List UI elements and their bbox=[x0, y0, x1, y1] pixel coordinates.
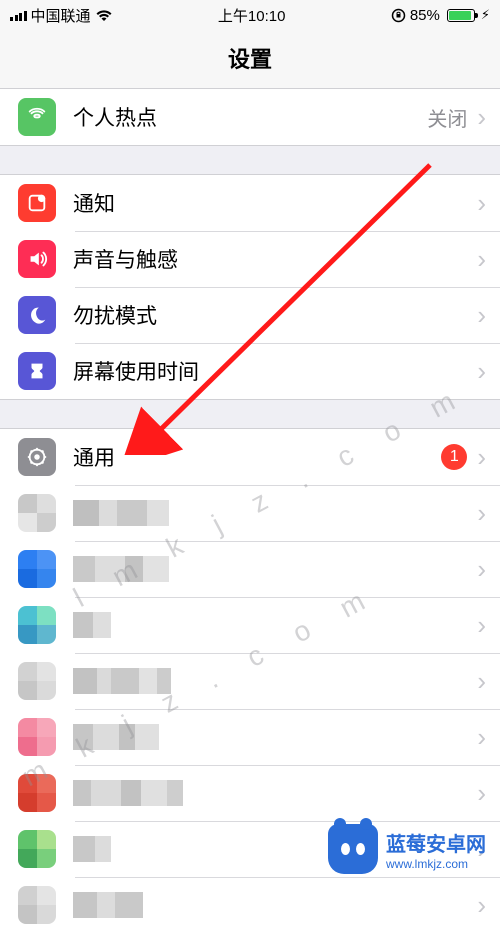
redacted-label bbox=[73, 836, 111, 862]
status-time: 上午10:10 bbox=[218, 5, 286, 26]
row-dnd[interactable]: 勿扰模式 › bbox=[0, 287, 500, 343]
chevron-right-icon: › bbox=[477, 554, 486, 585]
battery-percent: 85% bbox=[410, 7, 440, 24]
row-screentime[interactable]: 屏幕使用时间 › bbox=[0, 343, 500, 399]
general-badge: 1 bbox=[441, 444, 467, 470]
redacted-icon bbox=[18, 886, 56, 924]
brand-logo: 蓝莓安卓网 www.lmkjz.com bbox=[328, 824, 486, 874]
dnd-icon bbox=[18, 296, 56, 334]
redacted-label bbox=[73, 500, 169, 526]
hotspot-icon bbox=[18, 98, 56, 136]
wifi-icon bbox=[95, 9, 113, 22]
chevron-right-icon: › bbox=[477, 498, 486, 529]
battery-icon bbox=[447, 9, 475, 22]
brand-name: 蓝莓安卓网 bbox=[386, 828, 486, 857]
redacted-icon bbox=[18, 662, 56, 700]
redacted-icon bbox=[18, 830, 56, 868]
notifications-icon bbox=[18, 184, 56, 222]
chevron-right-icon: › bbox=[477, 356, 486, 387]
charging-icon: ⚡︎ bbox=[481, 7, 490, 23]
chevron-right-icon: › bbox=[477, 666, 486, 697]
settings-group-hotspot: 个人热点 关闭 › bbox=[0, 89, 500, 146]
chevron-right-icon: › bbox=[477, 300, 486, 331]
chevron-right-icon: › bbox=[477, 188, 486, 219]
chevron-right-icon: › bbox=[477, 442, 486, 473]
chevron-right-icon: › bbox=[477, 778, 486, 809]
row-sounds[interactable]: 声音与触感 › bbox=[0, 231, 500, 287]
row-redacted[interactable]: › bbox=[0, 877, 500, 933]
row-redacted[interactable]: › bbox=[0, 765, 500, 821]
chevron-right-icon: › bbox=[477, 102, 486, 133]
carrier-label: 中国联通 bbox=[31, 5, 91, 26]
brand-url: www.lmkjz.com bbox=[386, 857, 468, 871]
orientation-lock-icon bbox=[391, 8, 406, 23]
chevron-right-icon: › bbox=[477, 244, 486, 275]
general-icon bbox=[18, 438, 56, 476]
chevron-right-icon: › bbox=[477, 722, 486, 753]
page-title: 设置 bbox=[0, 30, 500, 89]
hotspot-value: 关闭 bbox=[427, 103, 467, 132]
status-bar: 中国联通 上午10:10 85% ⚡︎ bbox=[0, 0, 500, 30]
dnd-label: 勿扰模式 bbox=[73, 300, 467, 330]
row-general[interactable]: 通用 1 › bbox=[0, 429, 500, 485]
row-personal-hotspot[interactable]: 个人热点 关闭 › bbox=[0, 89, 500, 145]
screentime-label: 屏幕使用时间 bbox=[73, 356, 467, 386]
sounds-label: 声音与触感 bbox=[73, 244, 467, 274]
notifications-label: 通知 bbox=[73, 188, 467, 218]
screentime-icon bbox=[18, 352, 56, 390]
redacted-icon bbox=[18, 550, 56, 588]
signal-icon bbox=[10, 9, 27, 21]
status-right: 85% ⚡︎ bbox=[391, 7, 490, 24]
redacted-label bbox=[73, 892, 143, 918]
redacted-icon bbox=[18, 494, 56, 532]
status-left: 中国联通 bbox=[10, 5, 113, 26]
redacted-icon bbox=[18, 606, 56, 644]
chevron-right-icon: › bbox=[477, 610, 486, 641]
chevron-right-icon: › bbox=[477, 890, 486, 921]
redacted-label bbox=[73, 780, 183, 806]
sounds-icon bbox=[18, 240, 56, 278]
settings-group-notifications: 通知 › 声音与触感 › 勿扰模式 › 屏幕使用时间 › bbox=[0, 174, 500, 400]
redacted-label bbox=[73, 612, 111, 638]
row-notifications[interactable]: 通知 › bbox=[0, 175, 500, 231]
brand-mascot-icon bbox=[328, 824, 378, 874]
hotspot-label: 个人热点 bbox=[73, 102, 427, 132]
